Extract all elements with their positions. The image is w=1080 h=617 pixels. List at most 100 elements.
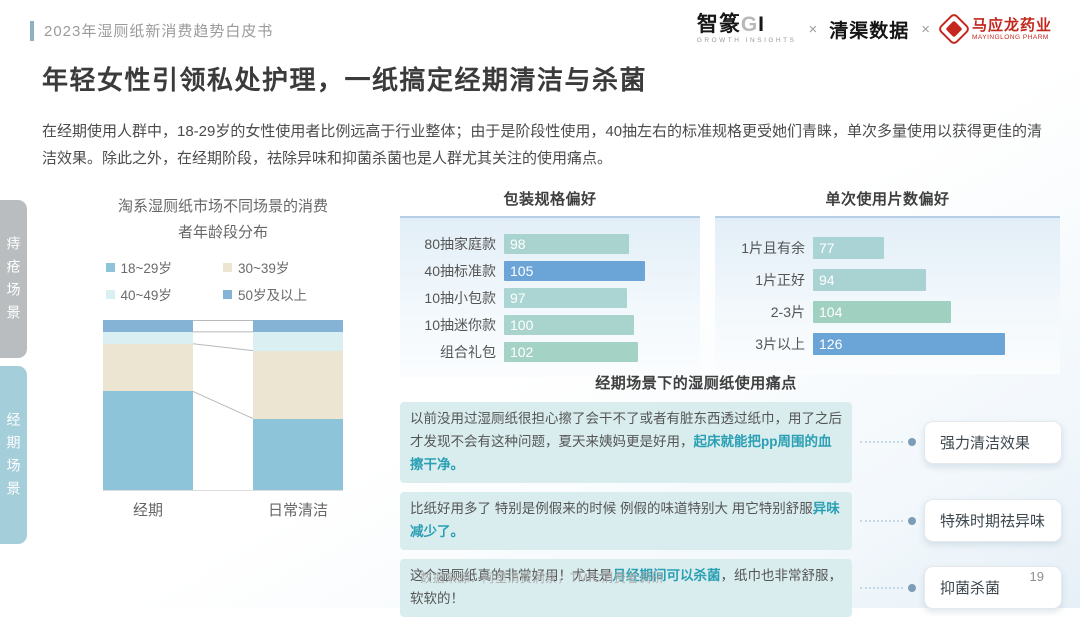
cross-separator-icon: × — [808, 21, 817, 38]
pain-point-row: 比纸好用多了 特别是例假来的时候 例假的味道特别大 用它特别舒服异味减少了。 特殊… — [400, 492, 1062, 550]
connector — [852, 438, 924, 446]
bar-row: 组合礼包102 — [400, 342, 690, 362]
packaging-preference-chart: 包装规格偏好 80抽家庭款9840抽标准款10510抽小包款9710抽迷你款10… — [400, 188, 700, 378]
stacked-bar — [103, 320, 193, 490]
bar-track: 97 — [504, 288, 690, 308]
connector-dot — [908, 584, 916, 592]
bar: 98 — [504, 234, 629, 254]
connector — [852, 584, 924, 592]
legend-label: 18~29岁 — [121, 257, 172, 277]
bar-segment — [103, 320, 193, 332]
bar-value-label: 97 — [510, 290, 526, 306]
bar-row: 10抽迷你款 100 — [400, 315, 690, 335]
pieces-chart-body: 1片且有余771片正好942-3片1043片以上126 — [715, 216, 1060, 374]
brand-logos: 智篆GI GROWTH INSIGHTS × 清渠数据 × 马应龙药业 MAYI… — [697, 14, 1052, 45]
legend-item: 50岁及以上 — [223, 284, 341, 304]
bar: 94 — [813, 269, 926, 291]
legend-item: 30~39岁 — [223, 257, 341, 277]
bar-segment — [253, 419, 343, 490]
legend-item: 40~49岁 — [106, 284, 224, 304]
cross-separator-icon: × — [921, 21, 930, 38]
bar-value-label: 100 — [510, 317, 533, 333]
user-quote: 比纸好用多了 特别是例假来的时候 例假的味道特别大 用它特别舒服异味减少了。 — [400, 492, 852, 550]
mayinglong-cn: 马应龙药业 — [972, 18, 1052, 33]
pieces-preference-chart: 单次使用片数偏好 1片且有余771片正好942-3片1043片以上126 — [715, 188, 1060, 374]
bar-row: 1片正好 94 — [715, 269, 1050, 291]
bar-value-label: 105 — [510, 263, 533, 279]
mayinglong-logo: 马应龙药业 MAYINGLONG PHARM — [942, 17, 1052, 41]
bar-segment — [103, 391, 193, 490]
document-title: 2023年湿厕纸新消费趋势白皮书 — [44, 20, 273, 41]
bar-row-label: 1片正好 — [715, 270, 813, 290]
bar-track: 94 — [813, 269, 1050, 291]
bar-track: 102 — [504, 342, 690, 362]
bar-row-label: 2-3片 — [715, 302, 813, 322]
bar-row-label: 3片以上 — [715, 334, 813, 354]
connector-dotted-line — [860, 441, 903, 443]
bar-track: 126 — [813, 333, 1050, 355]
pain-point-label: 强力清洁效果 — [924, 421, 1062, 464]
bar-track: 104 — [813, 301, 1050, 323]
legend-swatch — [223, 290, 232, 299]
bar-row: 2-3片 104 — [715, 301, 1050, 323]
connector-dotted-line — [860, 587, 903, 589]
bar-segment — [103, 344, 193, 392]
sidebar-tab-hemorrhoid-scene[interactable]: 痔疮场景 — [0, 200, 27, 358]
bar-segment — [253, 320, 343, 332]
bar: 126 — [813, 333, 1005, 355]
pieces-chart-title: 单次使用片数偏好 — [715, 188, 1060, 209]
legend-item: 18~29岁 — [106, 257, 224, 277]
bar: 97 — [504, 288, 627, 308]
legend-label: 50岁及以上 — [238, 284, 307, 304]
bar: 105 — [504, 261, 645, 281]
packaging-chart-title: 包装规格偏好 — [400, 188, 700, 209]
quote-text: 比纸好用多了 特别是例假来的时候 例假的味道特别大 用它特别舒服 — [410, 501, 813, 516]
user-quote: 以前没用过湿厕纸很担心擦了会干不了或者有脏东西透过纸巾，用了之后才发现不会有这种… — [400, 402, 852, 483]
bar-value-label: 104 — [819, 304, 842, 320]
connector — [852, 517, 924, 525]
connector-dotted-line — [860, 520, 903, 522]
header-accent-bar — [30, 21, 34, 41]
bar-row: 10抽小包款97 — [400, 288, 690, 308]
bar-row: 80抽家庭款 98 — [400, 234, 690, 254]
zhizhuan-logo-text: 智篆GI — [697, 14, 765, 35]
bar-row-label: 组合礼包 — [400, 342, 504, 362]
legend-swatch — [106, 290, 115, 299]
legend-swatch — [223, 263, 232, 272]
pain-points-title: 经期场景下的湿厕纸使用痛点 — [400, 372, 1062, 393]
age-chart-title: 淘系湿厕纸市场不同场景的消费者年龄段分布 — [118, 194, 328, 245]
connector-dot — [908, 438, 916, 446]
page-title: 年轻女性引领私处护理，一纸搞定经期清洁与杀菌 — [42, 60, 647, 97]
legend-swatch — [106, 263, 115, 272]
stacked-bar — [253, 320, 343, 490]
bar-track: 98 — [504, 234, 690, 254]
connector-dot — [908, 517, 916, 525]
bar-track: 100 — [504, 315, 690, 335]
bar: 77 — [813, 237, 884, 259]
sidebar-tab-period-scene[interactable]: 经期场景 — [0, 366, 27, 544]
page-number: 19 — [1030, 569, 1044, 584]
pain-point-label: 特殊时期祛异味 — [924, 499, 1062, 542]
bar-value-label: 98 — [510, 236, 526, 252]
age-chart-legend: 18~29岁 30~39岁 40~49岁 50岁及以上 — [106, 257, 341, 304]
bar-row-label: 40抽标准款 — [400, 261, 504, 281]
bar-row-label: 10抽迷你款 — [400, 315, 504, 335]
pain-point-row: 以前没用过湿厕纸很担心擦了会干不了或者有脏东西透过纸巾，用了之后才发现不会有这种… — [400, 402, 1062, 483]
legend-label: 40~49岁 — [121, 284, 172, 304]
bar-row: 40抽标准款 105 — [400, 261, 690, 281]
bar-segment — [253, 332, 343, 351]
zhizhuan-i: I — [758, 13, 765, 36]
bar: 102 — [504, 342, 638, 362]
bar-value-label: 126 — [819, 336, 842, 352]
bar-segment — [253, 351, 343, 419]
bar-row: 3片以上 126 — [715, 333, 1050, 355]
age-distribution-chart: 淘系湿厕纸市场不同场景的消费者年龄段分布 18~29岁 30~39岁 40~49岁 5… — [68, 194, 378, 520]
zhizhuan-logo: 智篆GI GROWTH INSIGHTS — [697, 14, 797, 45]
zhizhuan-tagline: GROWTH INSIGHTS — [697, 38, 797, 45]
bar-track: 77 — [813, 237, 1050, 259]
mayinglong-diamond-icon — [937, 12, 971, 46]
category-label: 日常清洁 — [253, 499, 343, 520]
age-chart-categories: 经期日常清洁 — [103, 499, 343, 520]
bar-row-label: 80抽家庭款 — [400, 234, 504, 254]
bar-value-label: 94 — [819, 272, 835, 288]
